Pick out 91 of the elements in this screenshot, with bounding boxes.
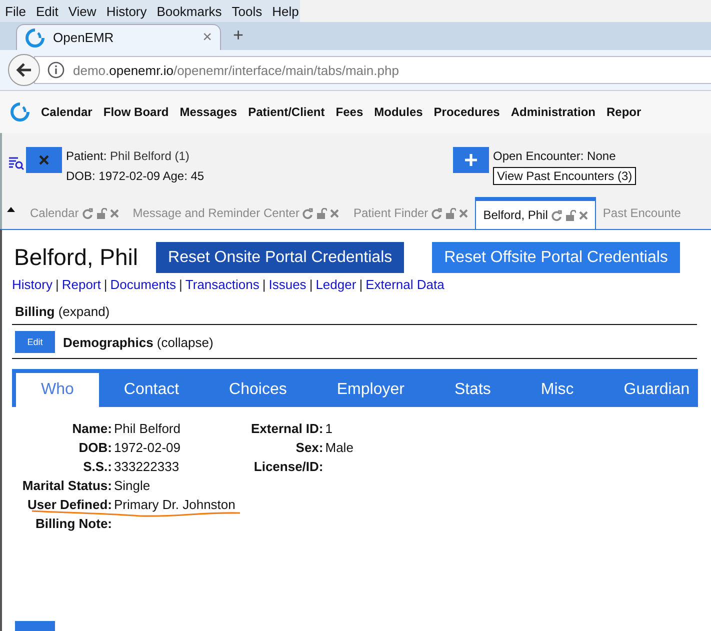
field-value: 333222333: [114, 459, 180, 475]
menu-item[interactable]: Edit: [30, 4, 64, 18]
link[interactable]: Documents: [110, 277, 176, 292]
refresh-icon: [82, 208, 93, 218]
field-label: Sex:: [294, 440, 324, 456]
link[interactable]: Ledger: [316, 277, 356, 292]
demographics-tab[interactable]: Choices: [204, 373, 312, 407]
menu-item[interactable]: Help: [267, 4, 304, 18]
menu-item[interactable]: File: [0, 4, 31, 18]
field-value: Male: [325, 440, 354, 456]
patient-title: Belford, Phil: [14, 244, 138, 271]
portal-button[interactable]: Reset Offsite Portal Credentials: [432, 242, 680, 273]
demographics-tab[interactable]: Employer: [312, 373, 430, 407]
new-encounter-button[interactable]: [453, 147, 489, 173]
field-label: License/ID:: [252, 459, 324, 475]
link[interactable]: External Data: [366, 277, 444, 292]
close-icon[interactable]: ×: [202, 28, 212, 46]
field-label: Billing Note:: [34, 516, 112, 532]
separator-text: |: [262, 277, 266, 292]
refresh-icon: [302, 208, 314, 218]
past-encounters-button[interactable]: View Past Encounters (3): [493, 167, 636, 185]
field-label: Name:: [71, 421, 112, 437]
plus-icon: [465, 154, 477, 166]
separator-text: |: [104, 277, 108, 292]
open-encounter-text: Open Encounter: None: [493, 148, 617, 165]
demographics-tab[interactable]: Guardian: [598, 373, 711, 407]
field-label: DOB:: [78, 440, 112, 456]
section-heading[interactable]: Billing (expand): [15, 304, 110, 319]
openemr-logo-icon: [10, 102, 30, 122]
padlock-icon: [564, 210, 576, 220]
link[interactable]: Transactions: [185, 277, 260, 292]
menu-item[interactable]: View: [63, 4, 102, 18]
nav-menu-item[interactable]: Patient/Client: [248, 105, 325, 119]
field-value: Phil Belford: [114, 421, 182, 437]
close-patient-button[interactable]: [26, 147, 62, 173]
nav-menu-item[interactable]: Procedures: [434, 105, 500, 119]
app-tab[interactable]: Belford, Phil: [475, 197, 596, 229]
field-value: Primary Dr. Johnston: [114, 497, 236, 513]
padlock-icon: [445, 208, 456, 218]
nav-menu-item[interactable]: Flow Board: [103, 105, 169, 119]
back-arrow-icon: [16, 63, 32, 77]
nav-menu-item[interactable]: Administration: [510, 105, 596, 119]
nav-menu-item[interactable]: Fees: [336, 105, 364, 119]
separator-text: |: [359, 277, 363, 292]
link[interactable]: Report: [62, 277, 101, 292]
field-value: 1972-02-09: [114, 440, 182, 456]
nav-menu-item[interactable]: Calendar: [41, 105, 92, 119]
link[interactable]: History: [12, 277, 52, 292]
menu-item[interactable]: Tools: [226, 4, 268, 18]
edit-button[interactable]: Edit: [15, 331, 55, 353]
close-icon: [330, 208, 340, 218]
collapse-triangle-icon[interactable]: [7, 207, 15, 212]
nav-menu-item[interactable]: Repor: [606, 105, 642, 119]
demographics-tab[interactable]: Misc: [516, 373, 599, 407]
portal-button[interactable]: Reset Onsite Portal Credentials: [156, 242, 404, 273]
close-icon: [110, 208, 119, 218]
menu-item[interactable]: Bookmarks: [152, 4, 227, 18]
field-value: Single: [114, 478, 152, 494]
field-label: S.S.:: [82, 459, 112, 475]
info-icon: [47, 61, 65, 79]
close-icon: [459, 208, 468, 218]
patient-dob-text: DOB: 1972-02-09 Age: 45: [66, 168, 204, 185]
close-icon: [39, 155, 49, 165]
close-icon: [578, 210, 588, 220]
padlock-icon: [96, 208, 107, 218]
field-label: User Defined:: [26, 497, 112, 513]
demographics-tab[interactable]: Who: [16, 373, 99, 407]
new-tab-button[interactable]: +: [233, 25, 244, 46]
section-heading[interactable]: Demographics (collapse): [63, 334, 214, 350]
refresh-icon: [431, 208, 442, 218]
link[interactable]: Issues: [268, 277, 306, 292]
field-label: External ID:: [251, 421, 324, 437]
openemr-logo-icon: [25, 28, 45, 48]
demographics-tab[interactable]: Stats: [429, 373, 516, 407]
separator-text: |: [309, 277, 313, 292]
separator-text: |: [55, 277, 59, 292]
patient-list-search-icon: [8, 155, 24, 171]
back-button[interactable]: [8, 54, 40, 86]
browser-tab[interactable]: OpenEMR ×: [16, 24, 221, 50]
nav-menu-item[interactable]: Modules: [374, 105, 423, 119]
field-value: 1: [325, 421, 334, 437]
demographics-tab[interactable]: Contact: [98, 373, 204, 407]
separator-text: |: [179, 277, 182, 292]
nav-menu-item[interactable]: Messages: [180, 105, 238, 119]
refresh-icon: [550, 210, 562, 220]
field-label: Marital Status:: [21, 478, 112, 494]
address-field[interactable]: demo.openemr.io/openemr/interface/main/tabs/main.php: [34, 56, 711, 84]
menu-item[interactable]: History: [101, 4, 152, 18]
padlock-icon: [316, 208, 328, 218]
patient-name-text: Patient: Phil Belford (1): [66, 148, 190, 165]
tab-title: OpenEMR: [53, 30, 115, 45]
